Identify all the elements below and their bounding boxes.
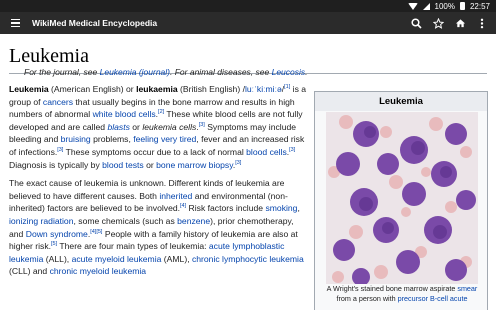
- link-cancers[interactable]: cancers: [43, 97, 73, 107]
- app-bar: WikiMed Medical Encyclopedia: [0, 12, 496, 34]
- hatnote: For the journal, see Leukemia (journal).…: [24, 67, 308, 77]
- link-cml[interactable]: chronic myeloid leukemia: [50, 266, 146, 276]
- link-cll[interactable]: chronic lymphocytic leukemia: [192, 254, 304, 264]
- link-feeling-tired[interactable]: feeling very tired: [133, 134, 196, 144]
- home-icon[interactable]: [454, 17, 466, 29]
- link-blasts[interactable]: blasts: [107, 122, 129, 132]
- link-bruising[interactable]: bruising: [61, 134, 91, 144]
- page-title: Leukemia: [9, 45, 89, 67]
- link-benzene[interactable]: benzene: [177, 216, 210, 226]
- caption-link-precursor[interactable]: precursor B-cell acute: [398, 294, 468, 303]
- ipa-pronunciation-link[interactable]: luːˈkiːmiːə: [245, 84, 282, 94]
- link-aml[interactable]: acute myeloid leukemia: [72, 254, 162, 264]
- ref-link[interactable]: [3]: [235, 160, 241, 166]
- status-time: 22:57: [469, 1, 490, 11]
- hamburger-menu-icon[interactable]: [4, 12, 26, 34]
- bone-marrow-smear-image[interactable]: [326, 112, 478, 284]
- causes-paragraph: The exact cause of leukemia is unknown. …: [9, 178, 304, 277]
- link-down-syndrome[interactable]: Down syndrome: [26, 229, 88, 239]
- wifi-icon: [407, 2, 418, 10]
- ref-link[interactable]: [3]: [289, 147, 295, 153]
- link-smoking[interactable]: smoking: [265, 203, 297, 213]
- link-blood-tests[interactable]: blood tests: [102, 160, 144, 170]
- infobox-title: Leukemia: [315, 92, 487, 111]
- cell-signal-icon: [422, 2, 430, 10]
- hatnote-link-journal[interactable]: Leukemia (journal): [100, 67, 170, 77]
- link-white-blood-cells[interactable]: white blood cells: [93, 109, 156, 119]
- overflow-menu-icon[interactable]: [476, 17, 488, 29]
- link-blood-cells[interactable]: blood cells: [246, 147, 287, 157]
- caption-link-smear[interactable]: smear: [457, 284, 477, 293]
- search-icon[interactable]: [410, 17, 422, 29]
- ref-link[interactable]: [4][5]: [90, 229, 102, 235]
- battery-icon: [459, 2, 465, 10]
- article-body: Leukemia (American English) or leukaemia…: [9, 83, 307, 284]
- infobox-caption: A Wright's stained bone marrow aspirate …: [326, 284, 478, 303]
- infobox: Leukemia A Wright's stained bone marrow …: [314, 91, 488, 310]
- battery-percent: 100%: [434, 1, 455, 11]
- star-icon[interactable]: [432, 17, 444, 29]
- link-ionizing-radiation[interactable]: ionizing radiation: [9, 216, 74, 226]
- status-bar: 100% 22:57: [0, 0, 496, 12]
- intro-paragraph: Leukemia (American English) or leukaemia…: [9, 84, 307, 170]
- hatnote-link-leucosis[interactable]: Leucosis: [272, 67, 306, 77]
- link-inherited[interactable]: inherited: [159, 191, 192, 201]
- app-title: WikiMed Medical Encyclopedia: [32, 18, 158, 28]
- link-bone-marrow-biopsy[interactable]: bone marrow biopsy: [156, 160, 233, 170]
- article-content[interactable]: Leukemia For the journal, see Leukemia (…: [0, 34, 496, 310]
